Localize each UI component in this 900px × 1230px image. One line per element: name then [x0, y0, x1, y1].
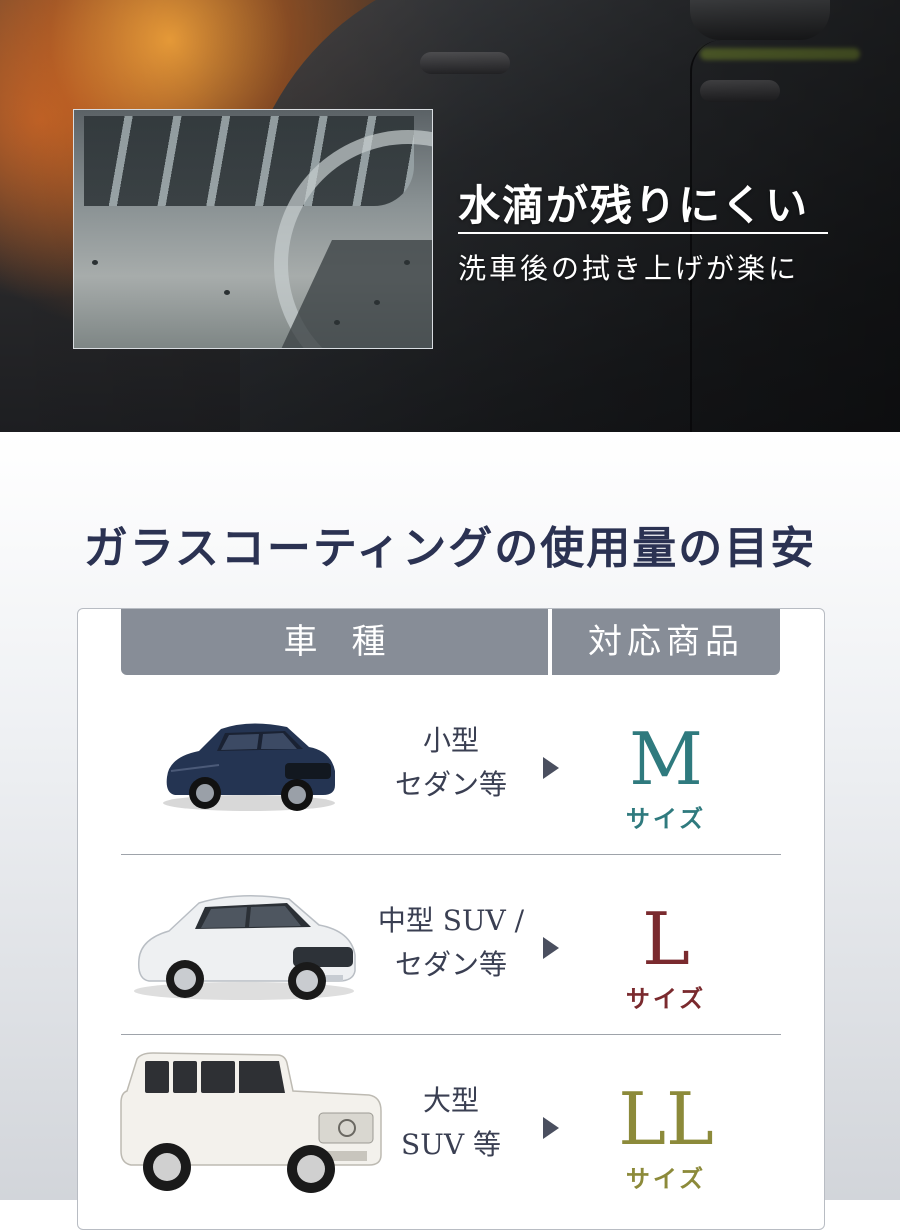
- sedan-car-icon: [159, 715, 339, 815]
- size-word: サイズ: [625, 984, 707, 1013]
- water-drop-closeup-photo: [73, 109, 433, 349]
- arrow-right-icon: [543, 757, 559, 779]
- large-suv-car-icon: [107, 1051, 387, 1201]
- size-letter: LL: [618, 1077, 714, 1161]
- hero-banner: 水滴が残りにくい 洗車後の拭き上げが楽に: [0, 0, 900, 432]
- car-type-label: 大型: [422, 1084, 479, 1117]
- usage-guide-section: ガラスコーティングの使用量の目安 車種 対応商品 小型 セダン等 M サイズ 中…: [0, 432, 900, 1230]
- photo-water-drop: [334, 320, 340, 325]
- photo-water-drop: [374, 300, 380, 305]
- car-type-label: SUV 等: [401, 1128, 501, 1161]
- size-word: サイズ: [625, 1164, 707, 1193]
- table-row: 大型 SUV 等 LL サイズ: [120, 1035, 781, 1215]
- table-row: 中型 SUV / セダン等 L サイズ: [121, 855, 781, 1035]
- hero-divider: [458, 232, 828, 234]
- hero-subtitle: 洗車後の拭き上げが楽に: [458, 252, 800, 285]
- table-row: 小型 セダン等 M サイズ: [121, 675, 781, 855]
- size-word: サイズ: [625, 804, 707, 833]
- mid-suv-car-icon: [129, 885, 359, 1005]
- header-car-type: 車種: [121, 609, 548, 675]
- photo-water-drop: [404, 260, 410, 265]
- usage-table: 車種 対応商品 小型 セダン等 M サイズ 中型 SUV / セダン等 L サイ…: [77, 608, 825, 1230]
- arrow-right-icon: [543, 937, 559, 959]
- size-letter: L: [642, 897, 690, 981]
- photo-water-drop: [92, 260, 98, 265]
- photo-water-drop: [224, 290, 230, 295]
- size-letter: M: [629, 717, 703, 801]
- hero-title: 水滴が残りにくい: [458, 181, 810, 230]
- arrow-right-icon: [543, 1117, 559, 1139]
- car-type-label: セダン等: [394, 768, 507, 801]
- car-type-label: 中型 SUV /: [377, 904, 525, 937]
- header-product: 対応商品: [552, 609, 780, 675]
- section-title: ガラスコーティングの使用量の目安: [83, 523, 817, 574]
- car-type-label: セダン等: [394, 948, 507, 981]
- car-type-label: 小型: [422, 724, 479, 757]
